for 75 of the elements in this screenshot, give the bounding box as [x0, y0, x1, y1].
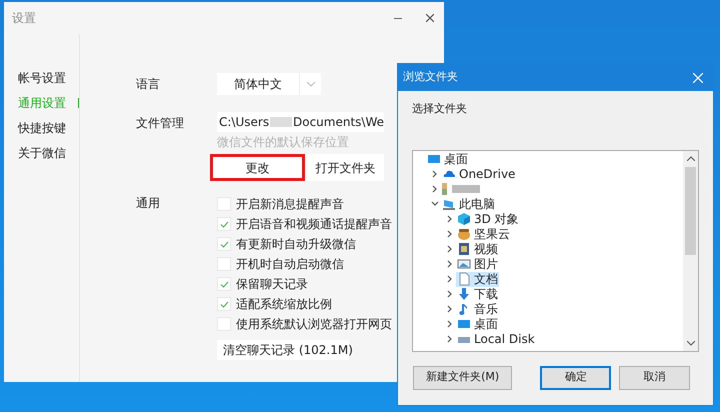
close-icon[interactable] [426, 14, 434, 22]
checkbox[interactable] [217, 297, 231, 311]
tree-item[interactable]: 坚果云 [456, 226, 511, 242]
action-button[interactable]: 更改 [210, 154, 305, 181]
sidebar-item[interactable]: 关于微信 [18, 145, 66, 161]
check-icon [220, 300, 228, 308]
action-button[interactable]: 打开文件夹 [307, 154, 384, 181]
acorn-icon [457, 227, 471, 241]
scroll-up-icon[interactable] [686, 156, 694, 160]
dialog-title: 浏览文件夹 [403, 69, 458, 86]
chevron-down-icon[interactable] [431, 200, 439, 208]
desktop-icon [427, 152, 441, 166]
tree-item-label: 坚果云 [474, 226, 510, 243]
tree-item[interactable]: Local Disk [456, 332, 536, 346]
file-management-label: 文件管理 [136, 115, 185, 132]
check-icon [220, 280, 228, 288]
document-icon [457, 272, 471, 286]
tree-item-label: Local Disk [474, 331, 535, 348]
tree-item-label: 文档 [474, 271, 498, 288]
dialog-button[interactable]: 确定 [540, 366, 612, 390]
tree-item-label: 此电脑 [459, 196, 495, 213]
dialog-button[interactable]: 取消 [619, 366, 690, 390]
picture-icon [457, 257, 471, 271]
option-label: 保留聊天记录 [236, 276, 308, 293]
desktop-icon [457, 317, 471, 331]
tree-item-label: 图片 [474, 256, 498, 273]
tree-item-label: 桌面 [444, 151, 468, 168]
tree-item[interactable]: 3D 对象 [456, 212, 520, 226]
tree-item[interactable]: 文档 [456, 272, 499, 286]
tree-item[interactable]: OneDrive [441, 166, 516, 182]
blurred-folder-icon [442, 183, 482, 195]
dialog-button[interactable]: 新建文件夹(M) [413, 366, 512, 390]
option-label: 使用系统默认浏览器打开网页 [236, 316, 392, 333]
checkbox[interactable] [217, 277, 231, 291]
tree-item-label: 下载 [474, 286, 498, 303]
window-title: 设置 [12, 10, 36, 27]
download-arrow-icon [457, 287, 471, 301]
tree-item-label: 音乐 [474, 301, 498, 318]
selection-indicator [78, 98, 79, 108]
scrollbar[interactable] [683, 150, 698, 350]
tree-item[interactable]: 下载 [456, 286, 499, 302]
sidebar-item[interactable]: 快捷按键 [18, 120, 66, 136]
general-label: 通用 [136, 195, 161, 212]
tree-item-label: 桌面 [474, 316, 498, 333]
option-label: 有更新时自动升级微信 [236, 236, 356, 253]
scrollbar-thumb[interactable] [685, 166, 696, 254]
language-label: 语言 [136, 76, 161, 93]
dialog-prompt: 选择文件夹 [411, 101, 468, 117]
checkbox[interactable] [217, 237, 231, 251]
option-label: 开启新消息提醒声音 [236, 196, 344, 213]
tree-item[interactable]: 桌面 [426, 152, 469, 166]
path-field: C:\Users Documents\We [217, 112, 384, 132]
sidebar-item[interactable]: 帐号设置 [18, 70, 66, 86]
option-label: 开启语音和视频通话提醒声音 [236, 216, 392, 233]
tree-item-label: 3D 对象 [474, 211, 519, 228]
computer-icon [442, 197, 456, 211]
caret-icon [306, 82, 314, 86]
tree-item[interactable]: 视频 [456, 242, 499, 256]
option-label: 适配系统缩放比例 [236, 296, 332, 313]
language-dropdown[interactable]: 简体中文 [217, 73, 321, 95]
hint-text: 微信文件的默认保存位置 [217, 134, 350, 151]
tree-item[interactable]: 图片 [456, 256, 499, 272]
cube-icon [457, 212, 471, 226]
checkbox[interactable] [217, 217, 231, 231]
tree-item-label: 视频 [474, 241, 498, 258]
tree-item[interactable]: 音乐 [456, 302, 499, 316]
film-icon [457, 242, 471, 256]
check-icon [220, 220, 228, 228]
scroll-down-icon[interactable] [686, 340, 694, 346]
tree-item[interactable]: 桌面 [456, 316, 499, 332]
option-label: 开机时自动启动微信 [236, 256, 344, 273]
tree-item-label: OneDrive [459, 166, 516, 183]
check-icon [220, 240, 228, 248]
tree-item[interactable]: 此电脑 [441, 196, 496, 212]
blurred-username [270, 117, 292, 127]
